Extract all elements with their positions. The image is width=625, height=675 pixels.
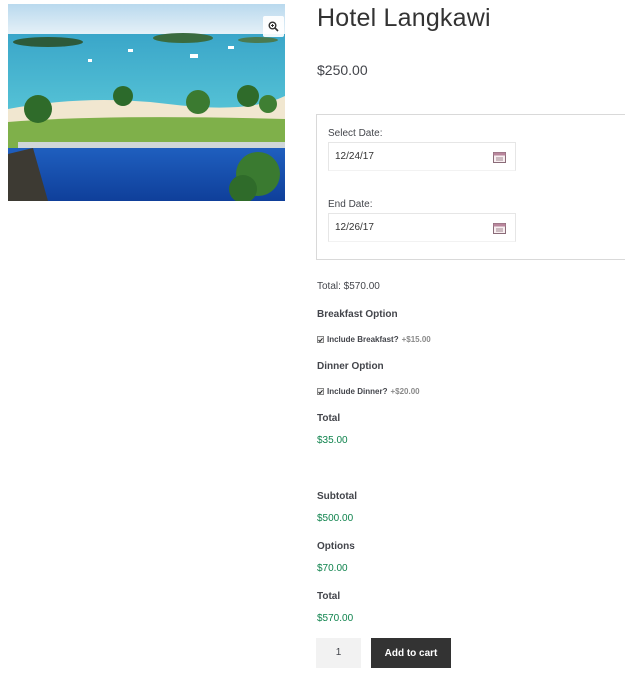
booking-total: Total: $570.00 (317, 281, 380, 292)
grand-total-heading: Total (317, 591, 341, 602)
summary-options-value: $70.00 (317, 563, 348, 574)
checkmark-icon (318, 389, 323, 394)
summary-options-heading: Options (317, 541, 355, 552)
start-date-value: 12/24/17 (335, 151, 374, 162)
checkmark-icon (318, 337, 323, 342)
product-price: $250.00 (317, 62, 368, 78)
dinner-heading: Dinner Option (317, 361, 384, 372)
dinner-option[interactable]: Include Dinner? +$20.00 (317, 387, 420, 396)
breakfast-label: Include Breakfast? (327, 335, 399, 344)
breakfast-option[interactable]: Include Breakfast? +$15.00 (317, 335, 431, 344)
end-date-label: End Date: (328, 199, 373, 210)
dinner-checkbox[interactable] (317, 388, 324, 395)
breakfast-price: +$15.00 (401, 335, 431, 344)
start-date-input[interactable]: 12/24/17 (328, 142, 516, 171)
options-total-value: $35.00 (317, 435, 348, 446)
grand-total-value: $570.00 (317, 613, 354, 624)
dinner-label: Include Dinner? (327, 387, 388, 396)
product-image[interactable] (8, 4, 285, 201)
subtotal-value: $500.00 (317, 513, 354, 524)
breakfast-checkbox[interactable] (317, 336, 324, 343)
magnifier-zoom-icon (268, 21, 279, 32)
options-total-heading: Total (317, 413, 341, 424)
add-to-cart-button[interactable]: Add to cart (371, 638, 451, 668)
end-date-input[interactable]: 12/26/17 (328, 213, 516, 242)
calendar-icon[interactable] (493, 221, 506, 239)
product-title: Hotel Langkawi (317, 4, 491, 32)
end-date-value: 12/26/17 (335, 222, 374, 233)
subtotal-heading: Subtotal (317, 491, 357, 502)
start-date-label: Select Date: (328, 128, 383, 139)
zoom-button[interactable] (263, 16, 284, 37)
breakfast-heading: Breakfast Option (317, 309, 398, 320)
quantity-input[interactable]: 1 (316, 638, 361, 668)
resort-photo (8, 4, 285, 201)
dinner-price: +$20.00 (390, 387, 420, 396)
calendar-icon[interactable] (493, 150, 506, 168)
